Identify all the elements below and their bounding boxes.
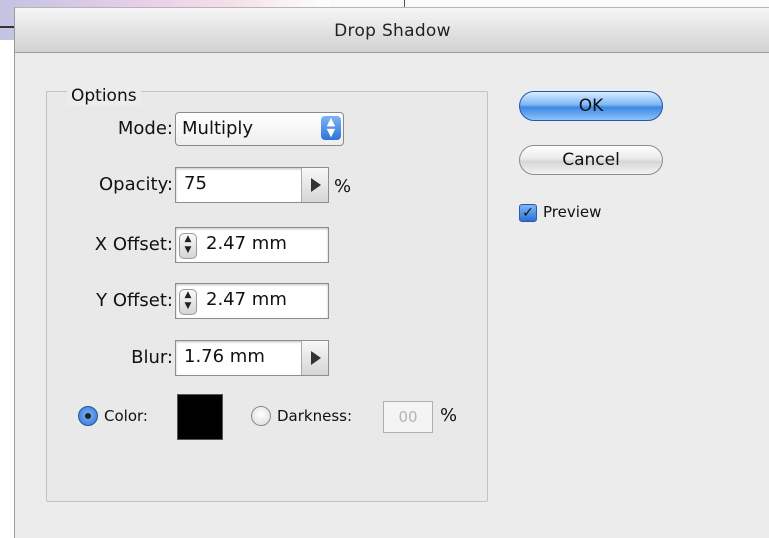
triangle-right-icon — [311, 178, 321, 192]
cancel-button[interactable]: Cancel — [519, 145, 663, 175]
x-offset-value: 2.47 mm — [206, 233, 287, 254]
ok-button[interactable]: OK — [519, 91, 663, 121]
up-down-stepper-icon[interactable]: ▲ ▼ — [179, 233, 197, 259]
preview-label: Preview — [543, 203, 602, 221]
x-offset-label: X Offset: — [94, 234, 173, 255]
opacity-field[interactable]: 75 — [175, 167, 329, 203]
dialog-titlebar[interactable]: Drop Shadow — [15, 8, 769, 53]
blur-value: 1.76 mm — [184, 346, 265, 367]
options-group-label: Options — [67, 86, 141, 106]
y-offset-label: Y Offset: — [96, 290, 173, 311]
blur-label: Blur: — [131, 347, 173, 368]
darkness-label: Darkness: — [277, 407, 353, 425]
dialog-title: Drop Shadow — [334, 21, 451, 41]
triangle-right-icon — [311, 351, 321, 365]
opacity-label: Opacity: — [99, 174, 173, 195]
mode-select[interactable]: Multiply ▲ ▼ — [175, 112, 344, 146]
x-offset-field[interactable]: ▲ ▼ 2.47 mm — [175, 227, 329, 263]
color-swatch[interactable] — [177, 394, 223, 440]
opacity-popup-button[interactable] — [301, 168, 328, 202]
select-arrows-icon: ▲ ▼ — [321, 116, 341, 140]
color-label: Color: — [104, 407, 148, 425]
blur-popup-button[interactable] — [301, 341, 328, 375]
darkness-value: 00 — [398, 408, 418, 426]
mode-label: Mode: — [117, 118, 173, 139]
y-offset-value: 2.47 mm — [206, 289, 287, 310]
up-down-stepper-icon[interactable]: ▲ ▼ — [179, 289, 197, 315]
preview-checkbox[interactable]: ✓ — [519, 204, 537, 222]
drop-shadow-dialog: Drop Shadow Options Mode: Multiply ▲ ▼ Op… — [14, 7, 769, 538]
darkness-field[interactable]: 00 — [383, 401, 433, 433]
color-radio[interactable] — [78, 406, 98, 426]
darkness-unit: % — [440, 405, 458, 426]
blur-field[interactable]: 1.76 mm — [175, 340, 329, 376]
opacity-value: 75 — [184, 173, 207, 194]
y-offset-field[interactable]: ▲ ▼ 2.47 mm — [175, 283, 329, 319]
darkness-radio[interactable] — [251, 406, 271, 426]
mode-select-value: Multiply — [182, 118, 254, 139]
opacity-unit: % — [334, 176, 352, 197]
